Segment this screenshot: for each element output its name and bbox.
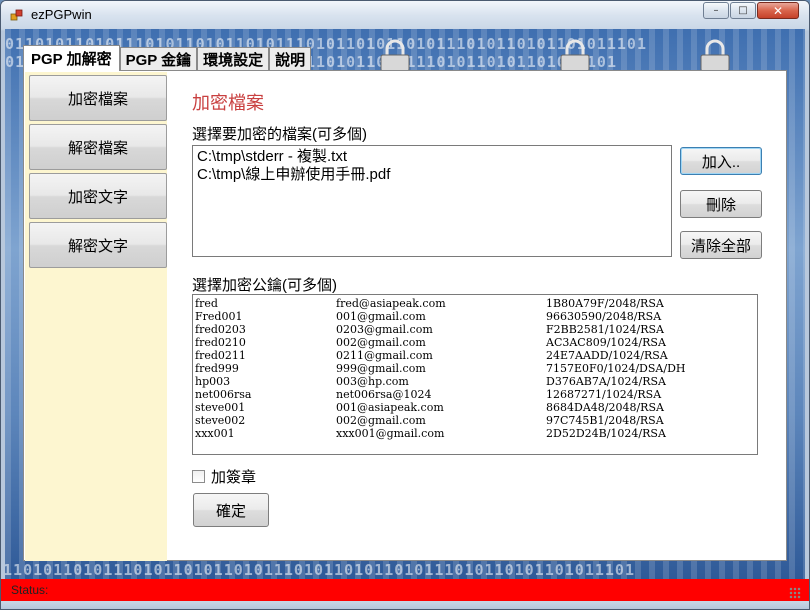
list-item[interactable]: fred999 999@gmail.com 7157E0F0/1024/DSA/DH	[195, 362, 755, 375]
app-window: ezPGPwin – □ ✕ 0110101101011101011010110…	[0, 0, 810, 610]
key-id: 12687271/1024/RSA	[546, 388, 662, 401]
key-email: 001@asiapeak.com	[336, 401, 444, 414]
sign-option[interactable]: 加簽章	[192, 466, 256, 487]
list-item[interactable]: net006rsa net006rsa@1024 12687271/1024/RSA	[195, 388, 755, 401]
key-name: net006rsa	[195, 388, 252, 401]
key-name: fred0211	[195, 349, 246, 362]
list-item[interactable]: fred fred@asiapeak.com 1B80A79F/2048/RSA	[195, 297, 755, 310]
key-id: F2BB2581/1024/RSA	[546, 323, 664, 336]
file-list[interactable]: C:\tmp\stderr - 複製.txt C:\tmp\線上申辦使用手冊.p…	[192, 145, 672, 257]
page-title: 加密檔案	[192, 93, 264, 113]
key-id: AC3AC809/1024/RSA	[546, 336, 666, 349]
tab-settings[interactable]: 環境設定	[197, 47, 270, 71]
status-text: Status:	[11, 583, 49, 597]
list-item[interactable]: fred0210 002@gmail.com AC3AC809/1024/RSA	[195, 336, 755, 349]
lock-icon	[560, 39, 590, 72]
key-name: steve001	[195, 401, 246, 414]
list-item[interactable]: C:\tmp\線上申辦使用手冊.pdf	[197, 166, 667, 184]
key-email: fred@asiapeak.com	[336, 297, 446, 310]
window-bottom-frame	[1, 601, 809, 609]
status-bar: Status:	[1, 579, 809, 601]
list-item[interactable]: xxx001 xxx001@gmail.com 2D52D24B/1024/RSA	[195, 427, 755, 440]
key-name: fred999	[195, 362, 239, 375]
minimize-icon: –	[713, 5, 719, 16]
tab-pgp-keys[interactable]: PGP 金鑰	[119, 47, 198, 71]
key-email: net006rsa@1024	[336, 388, 432, 401]
binary-pattern: 0110101101011101011010110101110101101011…	[5, 561, 635, 579]
key-email: 999@gmail.com	[336, 362, 426, 375]
key-name: fred0203	[195, 323, 246, 336]
tab-panel: 加密檔案 解密檔案 加密文字 解密文字 加密檔案 選擇要加密的檔案(可多個) C…	[23, 70, 787, 561]
list-item[interactable]: hp003 003@hp.com D376AB7A/1024/RSA	[195, 375, 755, 388]
key-name: steve002	[195, 414, 246, 427]
maximize-button[interactable]: □	[730, 2, 756, 19]
lock-icon	[700, 39, 730, 72]
key-email: 003@hp.com	[336, 375, 409, 388]
sidebar: 加密檔案 解密檔案 加密文字 解密文字	[25, 72, 167, 561]
sign-checkbox[interactable]	[192, 470, 205, 483]
add-file-button[interactable]: 加入..	[680, 147, 762, 175]
key-id: 24E7AADD/1024/RSA	[546, 349, 668, 362]
key-id: 8684DA48/2048/RSA	[546, 401, 664, 414]
key-email: 002@gmail.com	[336, 336, 426, 349]
key-id: 97C745B1/2048/RSA	[546, 414, 664, 427]
app-icon	[10, 9, 23, 21]
sidebar-item-decrypt-text[interactable]: 解密文字	[29, 222, 167, 268]
tab-pgp-encrypt-decrypt[interactable]: PGP 加解密	[23, 45, 120, 71]
ok-button[interactable]: 確定	[193, 493, 269, 527]
keys-label: 選擇加密公鑰(可多個)	[192, 277, 337, 294]
lock-icon	[380, 39, 410, 72]
sign-label: 加簽章	[211, 469, 257, 486]
tab-help[interactable]: 說明	[269, 47, 312, 71]
list-item[interactable]: steve001 001@asiapeak.com 8684DA48/2048/RS…	[195, 401, 755, 414]
sidebar-item-encrypt-text[interactable]: 加密文字	[29, 173, 167, 219]
main-content: 加密檔案 選擇要加密的檔案(可多個) C:\tmp\stderr - 複製.tx…	[168, 71, 786, 560]
key-email: 002@gmail.com	[336, 414, 426, 427]
key-id: 1B80A79F/2048/RSA	[546, 297, 664, 310]
key-name: Fred001	[195, 310, 243, 323]
sidebar-item-encrypt-file[interactable]: 加密檔案	[29, 75, 167, 121]
minimize-button[interactable]: –	[703, 2, 729, 19]
key-email: 001@gmail.com	[336, 310, 426, 323]
clear-all-button[interactable]: 清除全部	[680, 231, 762, 259]
key-name: fred	[195, 297, 218, 310]
sidebar-item-decrypt-file[interactable]: 解密檔案	[29, 124, 167, 170]
key-email: 0203@gmail.com	[336, 323, 433, 336]
close-icon: ✕	[772, 3, 784, 18]
window-title: ezPGPwin	[31, 7, 92, 22]
delete-file-button[interactable]: 刪除	[680, 190, 762, 218]
key-name: xxx001	[195, 427, 235, 440]
close-button[interactable]: ✕	[757, 2, 799, 19]
key-email: xxx001@gmail.com	[336, 427, 445, 440]
key-name: hp003	[195, 375, 231, 388]
key-id: 2D52D24B/1024/RSA	[546, 427, 666, 440]
tab-strip: PGP 加解密 PGP 金鑰 環境設定 說明	[23, 45, 312, 71]
list-item[interactable]: fred0211 0211@gmail.com 24E7AADD/1024/RSA	[195, 349, 755, 362]
key-name: fred0210	[195, 336, 246, 349]
maximize-icon: □	[738, 5, 748, 16]
title-bar[interactable]: ezPGPwin – □ ✕	[1, 1, 809, 29]
list-item[interactable]: fred0203 0203@gmail.com F2BB2581/1024/RSA	[195, 323, 755, 336]
files-label: 選擇要加密的檔案(可多個)	[192, 126, 367, 143]
window-controls: – □ ✕	[703, 2, 799, 19]
list-item[interactable]: C:\tmp\stderr - 複製.txt	[197, 148, 667, 166]
key-id: 7157E0F0/1024/DSA/DH	[546, 362, 686, 375]
list-item[interactable]: steve002 002@gmail.com 97C745B1/2048/RSA	[195, 414, 755, 427]
resize-grip-icon[interactable]	[789, 587, 801, 599]
key-id: 96630590/2048/RSA	[546, 310, 662, 323]
key-id: D376AB7A/1024/RSA	[546, 375, 666, 388]
list-item[interactable]: Fred001 001@gmail.com 96630590/2048/RSA	[195, 310, 755, 323]
key-list[interactable]: fred fred@asiapeak.com 1B80A79F/2048/RSA Fr…	[192, 294, 758, 455]
key-email: 0211@gmail.com	[336, 349, 433, 362]
